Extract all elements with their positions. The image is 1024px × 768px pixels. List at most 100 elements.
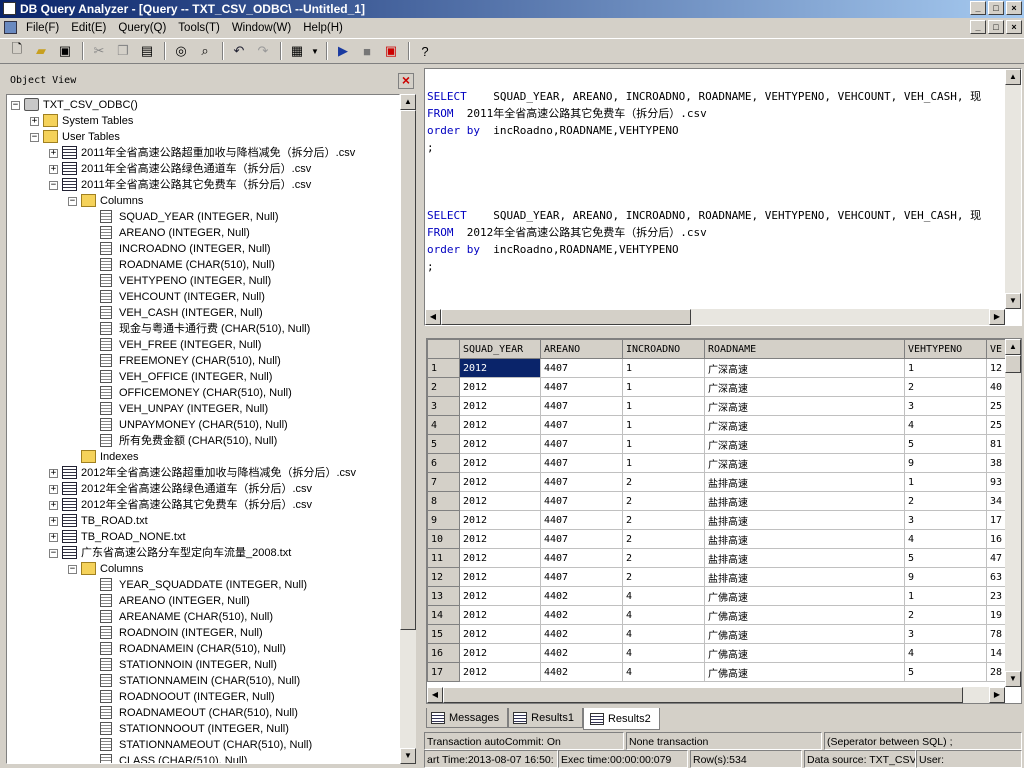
- scroll-up-button[interactable]: ▲: [1005, 69, 1021, 85]
- table-cell[interactable]: 4407: [540, 377, 623, 397]
- table-row[interactable]: 6 2012 4407 1 广深高速 9 38: [427, 453, 1017, 473]
- tree-node[interactable]: +2012年全省高速公路其它免费车（拆分后）.csv: [7, 497, 399, 513]
- tree-node[interactable]: 现金与粤通卡通行费 (CHAR(510), Null): [7, 321, 399, 337]
- table-cell[interactable]: 4: [622, 624, 705, 644]
- table-cell[interactable]: 2: [622, 491, 705, 511]
- row-number[interactable]: 6: [427, 453, 460, 473]
- table-cell[interactable]: 4407: [540, 415, 623, 435]
- table-cell[interactable]: 2012: [459, 586, 541, 606]
- tree-node[interactable]: AREANO (INTEGER, Null): [7, 225, 399, 241]
- table-cell[interactable]: 4407: [540, 491, 623, 511]
- table-cell[interactable]: 2012: [459, 605, 541, 625]
- row-number[interactable]: 3: [427, 396, 460, 416]
- tree-node[interactable]: VEH_FREE (INTEGER, Null): [7, 337, 399, 353]
- collapse-icon[interactable]: −: [49, 549, 58, 558]
- child-restore-button[interactable]: □: [988, 20, 1004, 34]
- scroll-up-button[interactable]: ▲: [400, 94, 416, 110]
- table-row[interactable]: 1 2012 4407 1 广深高速 1 12: [427, 358, 1017, 378]
- scroll-thumb[interactable]: [1005, 355, 1021, 373]
- table-cell[interactable]: 4402: [540, 643, 623, 663]
- scroll-down-button[interactable]: ▼: [1005, 671, 1021, 687]
- scroll-thumb[interactable]: [441, 309, 691, 325]
- tree-node[interactable]: AREANAME (CHAR(510), Null): [7, 609, 399, 625]
- table-cell[interactable]: 盐排高速: [704, 510, 905, 530]
- table-row[interactable]: 14 2012 4402 4 广佛高速 2 19: [427, 605, 1017, 625]
- close-panel-button[interactable]: ×: [398, 73, 414, 89]
- child-close-button[interactable]: ×: [1006, 20, 1022, 34]
- results-grid-icon[interactable]: ▦: [286, 40, 308, 62]
- tree-node[interactable]: FREEMONEY (CHAR(510), Null): [7, 353, 399, 369]
- scroll-right-button[interactable]: ▶: [989, 309, 1005, 325]
- table-cell[interactable]: 2: [622, 510, 705, 530]
- table-cell[interactable]: 4402: [540, 662, 623, 682]
- scroll-thumb[interactable]: [443, 687, 963, 703]
- menu-help[interactable]: Help(H): [297, 18, 349, 38]
- expand-icon[interactable]: +: [49, 149, 58, 158]
- table-cell[interactable]: 5: [904, 548, 987, 568]
- table-cell[interactable]: 2012: [459, 377, 541, 397]
- chevron-down-icon[interactable]: ▼: [310, 40, 320, 62]
- tree-node[interactable]: − User Tables: [7, 129, 399, 145]
- document-icon[interactable]: [4, 21, 17, 34]
- tree-node[interactable]: 所有免费金额 (CHAR(510), Null): [7, 433, 399, 449]
- column-header[interactable]: AREANO: [540, 339, 623, 359]
- new-file-icon[interactable]: 🗋: [6, 40, 28, 62]
- table-cell[interactable]: 2012: [459, 453, 541, 473]
- tree-node[interactable]: + TB_ROAD_NONE.txt: [7, 529, 399, 545]
- table-cell[interactable]: 盐排高速: [704, 472, 905, 492]
- open-folder-icon[interactable]: ▰: [30, 40, 52, 62]
- table-cell[interactable]: 2012: [459, 548, 541, 568]
- table-cell[interactable]: 5: [904, 434, 987, 454]
- table-cell[interactable]: 1: [622, 415, 705, 435]
- column-header[interactable]: INCROADNO: [622, 339, 705, 359]
- row-number[interactable]: 9: [427, 510, 460, 530]
- results-grid[interactable]: SQUAD_YEAR AREANO INCROADNO ROADNAME VEHTYPE…: [426, 338, 1022, 704]
- table-cell[interactable]: 广佛高速: [704, 624, 905, 644]
- redo-icon[interactable]: ↷: [252, 40, 274, 62]
- table-row[interactable]: 9 2012 4407 2 盐排高速 3 17: [427, 510, 1017, 530]
- table-cell[interactable]: 2: [622, 567, 705, 587]
- grid-scrollbar[interactable]: ▲ ▼: [1005, 339, 1021, 687]
- expand-icon[interactable]: +: [49, 533, 58, 542]
- table-cell[interactable]: 2012: [459, 472, 541, 492]
- execute-icon[interactable]: ▶: [332, 40, 354, 62]
- table-row[interactable]: 5 2012 4407 1 广深高速 5 81: [427, 434, 1017, 454]
- table-cell[interactable]: 4407: [540, 529, 623, 549]
- tree-node[interactable]: ROADNOIN (INTEGER, Null): [7, 625, 399, 641]
- table-row[interactable]: 8 2012 4407 2 盐排高速 2 34: [427, 491, 1017, 511]
- tree-node[interactable]: − 广东省高速公路分车型定向车流量_2008.txt: [7, 545, 399, 561]
- row-number[interactable]: 2: [427, 377, 460, 397]
- table-cell[interactable]: 1: [622, 434, 705, 454]
- menu-edit[interactable]: Edit(E): [65, 18, 112, 38]
- expand-icon[interactable]: +: [49, 501, 58, 510]
- tab-messages[interactable]: Messages: [426, 708, 509, 728]
- table-cell[interactable]: 4: [904, 415, 987, 435]
- table-cell[interactable]: 1: [622, 396, 705, 416]
- collapse-icon[interactable]: −: [30, 133, 39, 142]
- row-number[interactable]: 14: [427, 605, 460, 625]
- table-cell[interactable]: 广深高速: [704, 358, 905, 378]
- grid-hscrollbar[interactable]: ◀ ▶: [427, 687, 1005, 703]
- tree-node[interactable]: STATIONNAMEOUT (CHAR(510), Null): [7, 737, 399, 753]
- collapse-icon[interactable]: −: [68, 565, 77, 574]
- table-row[interactable]: 4 2012 4407 1 广深高速 4 25: [427, 415, 1017, 435]
- scroll-left-button[interactable]: ◀: [427, 687, 443, 703]
- tree-node[interactable]: INCROADNO (INTEGER, Null): [7, 241, 399, 257]
- table-row[interactable]: 3 2012 4407 1 广深高速 3 25: [427, 396, 1017, 416]
- expand-icon[interactable]: +: [49, 165, 58, 174]
- expand-icon[interactable]: +: [49, 469, 58, 478]
- tree-node[interactable]: VEH_UNPAY (INTEGER, Null): [7, 401, 399, 417]
- sql-editor[interactable]: ; order by incRoadno,ROADNAME,VEHTYPENO FR…: [424, 68, 1022, 326]
- table-cell[interactable]: 2012: [459, 396, 541, 416]
- scroll-down-button[interactable]: ▼: [1005, 293, 1021, 309]
- table-cell[interactable]: 9: [904, 567, 987, 587]
- table-cell[interactable]: 4407: [540, 510, 623, 530]
- undo-icon[interactable]: ↶: [228, 40, 250, 62]
- find-icon[interactable]: ◎: [170, 40, 192, 62]
- row-number[interactable]: 13: [427, 586, 460, 606]
- tree-node[interactable]: VEH_CASH (INTEGER, Null): [7, 305, 399, 321]
- scroll-left-button[interactable]: ◀: [425, 309, 441, 325]
- expand-icon[interactable]: +: [49, 517, 58, 526]
- table-cell[interactable]: 5: [904, 662, 987, 682]
- grid-corner[interactable]: [427, 339, 460, 359]
